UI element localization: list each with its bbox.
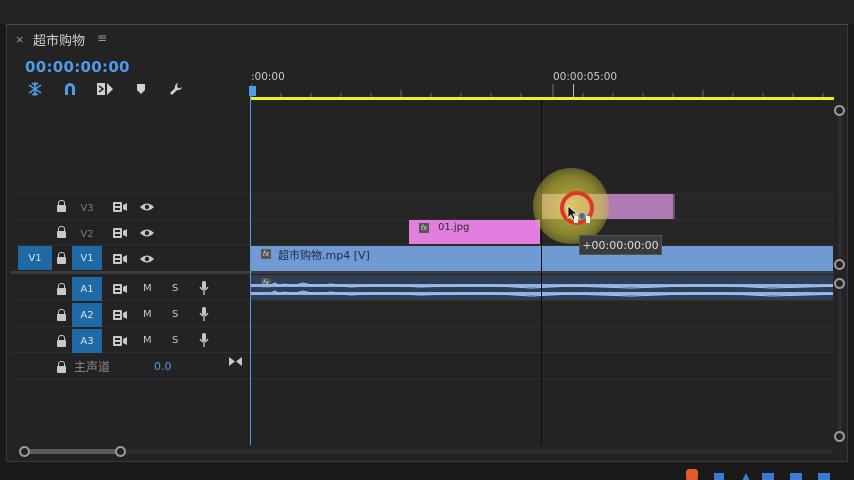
- ime-keyboard-icon: [762, 473, 774, 480]
- a2-voice-over-mic-icon[interactable]: [199, 307, 209, 321]
- ruler-mid-label: 00:00:05:00: [553, 71, 618, 83]
- v3-track-label[interactable]: V3: [75, 203, 99, 214]
- v3-lock-icon[interactable]: [57, 200, 66, 213]
- a3-track-target[interactable]: A3: [72, 329, 102, 353]
- v2-visibility-eye-icon[interactable]: [140, 228, 154, 238]
- a1-audio-clip[interactable]: fx: [251, 275, 833, 300]
- panel-active-border: [6, 24, 848, 25]
- ime-skin-icon: [790, 473, 802, 480]
- a3-mute-button[interactable]: M: [143, 335, 152, 346]
- v1-track-target[interactable]: V1: [72, 246, 102, 270]
- v2-lock-icon[interactable]: [57, 226, 66, 239]
- ime-punct-icon: [742, 473, 750, 480]
- v3-sync-lock-icon[interactable]: [113, 202, 127, 212]
- a1-solo-button[interactable]: S: [172, 283, 178, 294]
- ruler-five-second-marker: [573, 84, 574, 98]
- system-tray-strip: [684, 466, 854, 480]
- marker-icon[interactable]: [131, 80, 151, 98]
- playhead-line[interactable]: [250, 88, 251, 445]
- v1-clip-name: 超市购物.mp4 [V]: [278, 249, 370, 262]
- ruler-start-label: :00:00: [251, 71, 285, 83]
- ime-logo-icon: [686, 469, 698, 480]
- video-vscroll-bottom-handle[interactable]: [834, 259, 845, 270]
- v1-visibility-eye-icon[interactable]: [140, 254, 154, 264]
- v1-clip-fx-badge: fx: [261, 249, 271, 259]
- a2-track-lane[interactable]: [251, 301, 834, 326]
- a1-waveform: [251, 282, 833, 297]
- audio-vertical-scroll-track[interactable]: [838, 290, 842, 431]
- track-divider: [11, 193, 834, 194]
- a2-track-target[interactable]: A2: [72, 303, 102, 327]
- v2-clip-name: 01.jpg: [438, 222, 470, 233]
- a1-voice-over-mic-icon[interactable]: [199, 281, 209, 295]
- video-vertical-scroll-track[interactable]: [838, 116, 842, 262]
- panel-menu-icon[interactable]: ≡: [97, 31, 107, 45]
- v2-sync-lock-icon[interactable]: [113, 228, 127, 238]
- zoom-scroll-thumb[interactable]: [24, 449, 122, 454]
- a1-mute-button[interactable]: M: [143, 283, 152, 294]
- v3-visibility-eye-icon[interactable]: [140, 202, 154, 212]
- v1-clip-supermarket-mp4[interactable]: fx 超市购物.mp4 [V]: [251, 246, 833, 271]
- zoom-left-handle[interactable]: [19, 446, 30, 457]
- a3-lock-icon[interactable]: [57, 335, 66, 348]
- master-volume-value[interactable]: 0.0: [154, 360, 172, 373]
- a3-track-lane[interactable]: [251, 327, 834, 352]
- magnet-icon[interactable]: [60, 80, 80, 98]
- close-panel-button[interactable]: ×: [15, 33, 24, 46]
- playhead-timecode[interactable]: 00:00:00:00: [25, 58, 130, 76]
- master-lock-icon[interactable]: [57, 361, 66, 374]
- wrench-icon[interactable]: [166, 80, 186, 98]
- a1-sync-lock-icon[interactable]: [113, 284, 127, 294]
- app-top-strip: [0, 0, 854, 24]
- zoom-scroll-track[interactable]: [24, 449, 832, 454]
- ime-tools-icon: [818, 473, 830, 480]
- a1-lock-icon[interactable]: [57, 283, 66, 296]
- snap-edit-line: [541, 100, 542, 445]
- snap-icon[interactable]: [25, 80, 45, 98]
- v2-track-label[interactable]: V2: [75, 229, 99, 240]
- master-track-label: 主声道: [74, 360, 111, 374]
- v2-clip-01jpg[interactable]: fx 01.jpg: [409, 220, 540, 244]
- audio-vscroll-bottom-handle[interactable]: [834, 431, 845, 442]
- sequence-tab-title[interactable]: 超市购物: [33, 30, 85, 49]
- drag-cursor-icon: [567, 205, 590, 223]
- video-audio-divider[interactable]: [11, 271, 834, 274]
- a3-voice-over-mic-icon[interactable]: [199, 333, 209, 347]
- ime-lang-icon: [714, 473, 724, 480]
- a1-track-target[interactable]: A1: [72, 277, 102, 301]
- track-divider: [11, 378, 834, 379]
- v1-sync-lock-icon[interactable]: [113, 254, 127, 264]
- time-ruler[interactable]: [251, 84, 834, 98]
- track-divider: [11, 352, 834, 353]
- zoom-right-handle[interactable]: [115, 446, 126, 457]
- linked-selection-icon[interactable]: [95, 80, 115, 98]
- audio-vscroll-top-handle[interactable]: [834, 278, 845, 289]
- master-go-to-end-icon[interactable]: [229, 357, 242, 366]
- a3-sync-lock-icon[interactable]: [113, 336, 127, 346]
- a2-mute-button[interactable]: M: [143, 309, 152, 320]
- a2-lock-icon[interactable]: [57, 309, 66, 322]
- v2-clip-fx-badge: fx: [419, 223, 429, 233]
- video-vscroll-top-handle[interactable]: [834, 105, 845, 116]
- track-divider: [11, 300, 834, 301]
- a2-solo-button[interactable]: S: [172, 309, 178, 320]
- drag-offset-tooltip: +00:00:00:00: [579, 235, 662, 255]
- v1-source-patch[interactable]: V1: [18, 246, 52, 270]
- track-divider: [11, 326, 834, 327]
- playhead-handle[interactable]: [249, 86, 256, 96]
- v1-lock-icon[interactable]: [57, 252, 66, 265]
- a2-sync-lock-icon[interactable]: [113, 310, 127, 320]
- a3-solo-button[interactable]: S: [172, 335, 178, 346]
